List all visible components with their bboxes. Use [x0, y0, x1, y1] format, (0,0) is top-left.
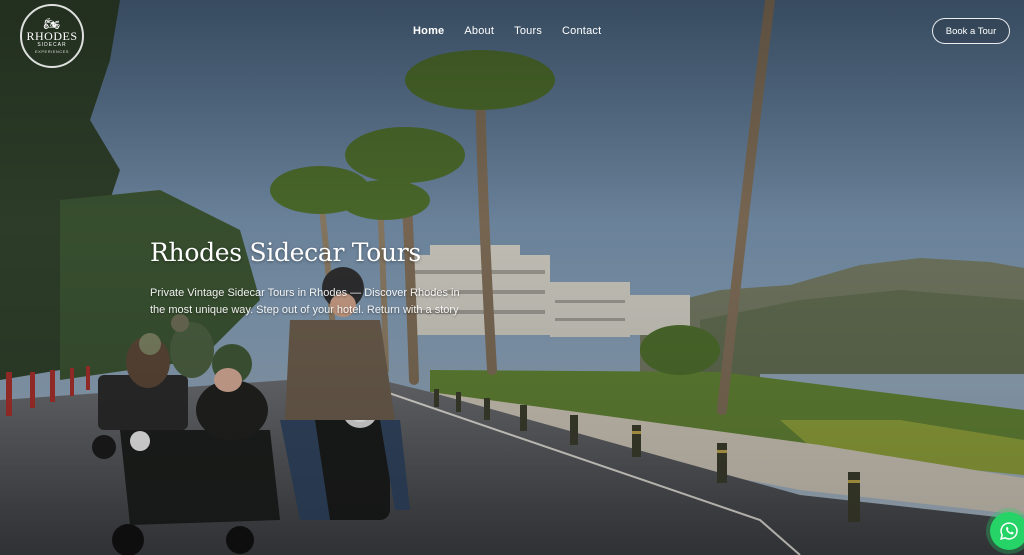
main-nav: Home About Tours Contact	[413, 24, 621, 38]
hero-title: Rhodes Sidecar Tours	[150, 238, 421, 267]
nav-item-tours[interactable]: Tours	[514, 24, 542, 38]
nav-item-home[interactable]: Home	[413, 24, 444, 38]
hero-subtitle: Private Vintage Sidecar Tours in Rhodes …	[150, 287, 460, 316]
hero-background	[0, 0, 1024, 555]
nav-item-contact[interactable]: Contact	[562, 24, 601, 38]
book-tour-button[interactable]: Book a Tour	[932, 18, 1010, 44]
whatsapp-icon	[1000, 522, 1018, 540]
hero-photo	[0, 0, 1024, 555]
brand-subtagline: EXPERIENCES	[35, 49, 69, 54]
brand-logo[interactable]: 🏍 RHODES SIDECAR EXPERIENCES	[20, 4, 84, 68]
whatsapp-chat-button[interactable]	[990, 512, 1024, 550]
brand-name: RHODES	[26, 29, 78, 43]
nav-item-about[interactable]: About	[464, 24, 494, 38]
brand-tagline: SIDECAR	[37, 42, 67, 48]
